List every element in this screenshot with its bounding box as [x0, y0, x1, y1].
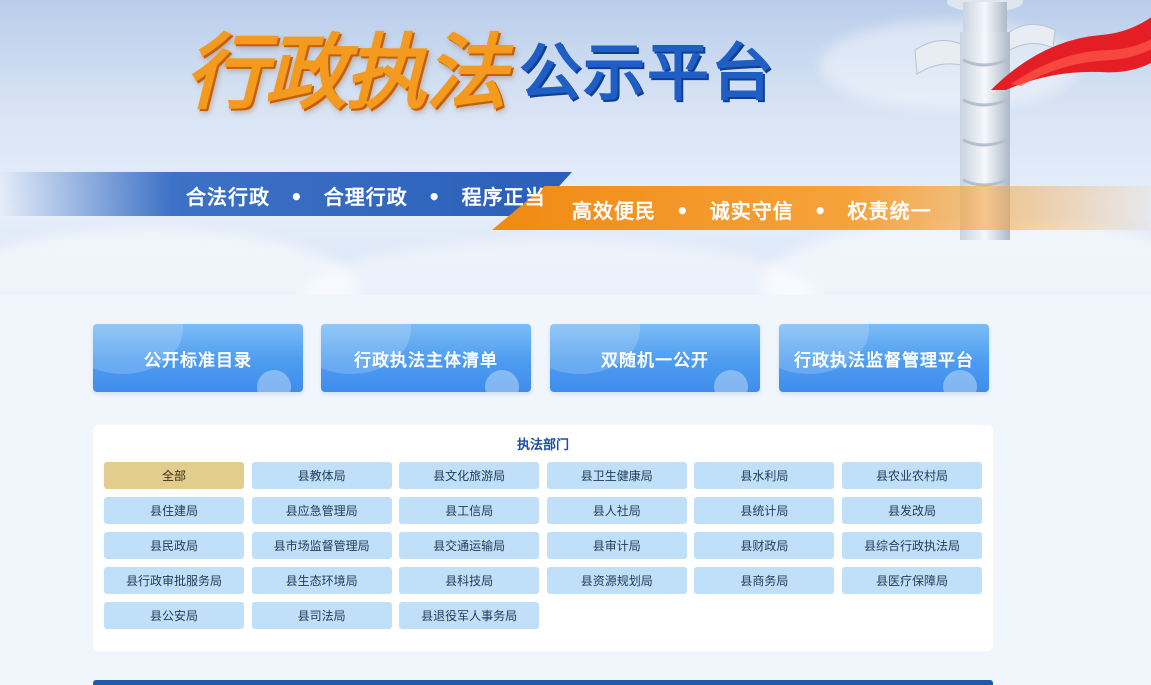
- motto-item: 合理行政: [323, 185, 408, 209]
- header-banner: 行政执法 公示平台 合法行政 • 合理行政 • 程序正当 高效便民 • 诚实守信 • 权责统一: [0, 0, 1151, 295]
- department-filter-item[interactable]: 县交通运输局: [399, 532, 540, 559]
- separator-dot: •: [813, 199, 828, 223]
- department-filter-item[interactable]: 县民政局: [104, 532, 244, 559]
- department-filter-all[interactable]: 全部: [104, 462, 244, 489]
- nav-button-subject-list[interactable]: 行政执法主体清单: [321, 324, 531, 392]
- department-filter-item[interactable]: 县农业农村局: [841, 462, 982, 489]
- motto-left: 合法行政 • 合理行政 • 程序正当: [186, 181, 546, 210]
- nav-button-label: 双随机一公开: [601, 350, 709, 371]
- department-filter-item[interactable]: 县工信局: [399, 497, 540, 524]
- cloud-decoration: [300, 240, 820, 295]
- department-panel-title: 执法部门: [516, 438, 569, 453]
- motto-item: 合法行政: [186, 185, 270, 209]
- department-filter-item[interactable]: 县卫生健康局: [546, 462, 687, 489]
- nav-button-double-random[interactable]: 双随机一公开: [550, 324, 760, 392]
- title-sub: 公示平台: [519, 36, 776, 109]
- platform-title: 行政执法 公示平台: [185, 18, 775, 128]
- next-section-top-edge: [93, 680, 993, 685]
- separator-dot: •: [427, 185, 442, 209]
- department-filter-item[interactable]: 县医疗保障局: [841, 567, 982, 594]
- title-main: 行政执法: [185, 25, 507, 121]
- department-grid: 全部 县教体局 县文化旅游局 县卫生健康局 县水利局 县农业农村局县住建局 县应急管理局 县工…: [104, 462, 982, 629]
- department-filter-item[interactable]: 县生态环境局: [251, 567, 392, 594]
- department-filter-item[interactable]: 县人社局: [546, 497, 687, 524]
- quick-nav: 公开标准目录 行政执法主体清单 双随机一公开 行政执法监督管理平台: [93, 324, 989, 392]
- motto-item: 权责统一: [847, 199, 932, 223]
- department-filter-item[interactable]: 县市场监督管理局: [251, 532, 392, 559]
- nav-button-label: 行政执法监督管理平台: [794, 350, 974, 371]
- nav-button-standard-catalog[interactable]: 公开标准目录: [93, 324, 303, 392]
- department-filter-item[interactable]: 县公安局: [104, 602, 244, 629]
- red-ribbon-decoration: [991, 17, 1151, 90]
- department-panel: 执法部门 全部 县教体局 县文化旅游局 县卫生健康局 县水利局 县农业农村局县住建局 县应急…: [93, 425, 993, 651]
- department-filter-item[interactable]: 县科技局: [399, 567, 540, 594]
- department-filter-item[interactable]: 县行政审批服务局: [104, 567, 244, 594]
- department-filter-item[interactable]: 县退役军人事务局: [399, 602, 540, 629]
- department-filter-item[interactable]: 县应急管理局: [251, 497, 392, 524]
- department-filter-item[interactable]: 县统计局: [694, 497, 835, 524]
- motto-item: 高效便民: [572, 199, 656, 223]
- motto-item: 诚实守信: [709, 199, 794, 223]
- department-filter-item[interactable]: 县教体局: [251, 462, 392, 489]
- department-filter-item[interactable]: 县资源规划局: [546, 567, 687, 594]
- department-filter-item[interactable]: 县发改局: [841, 497, 982, 524]
- department-filter-item[interactable]: 县司法局: [251, 602, 392, 629]
- department-filter-item[interactable]: 县住建局: [104, 497, 244, 524]
- department-filter-item[interactable]: 县水利局: [694, 462, 835, 489]
- department-filter-item[interactable]: 县商务局: [694, 567, 835, 594]
- separator-dot: •: [290, 185, 304, 209]
- motto-item: 程序正当: [461, 185, 546, 209]
- nav-button-label: 行政执法主体清单: [354, 350, 498, 371]
- department-filter-item[interactable]: 县综合行政执法局: [841, 532, 982, 559]
- department-filter-item[interactable]: 县财政局: [694, 532, 835, 559]
- department-filter-item[interactable]: 县文化旅游局: [399, 462, 540, 489]
- nav-button-label: 公开标准目录: [144, 350, 252, 371]
- motto-right: 高效便民 • 诚实守信 • 权责统一: [572, 195, 932, 224]
- separator-dot: •: [676, 199, 690, 223]
- department-filter-item[interactable]: 县审计局: [546, 532, 687, 559]
- nav-button-supervision-platform[interactable]: 行政执法监督管理平台: [779, 324, 989, 392]
